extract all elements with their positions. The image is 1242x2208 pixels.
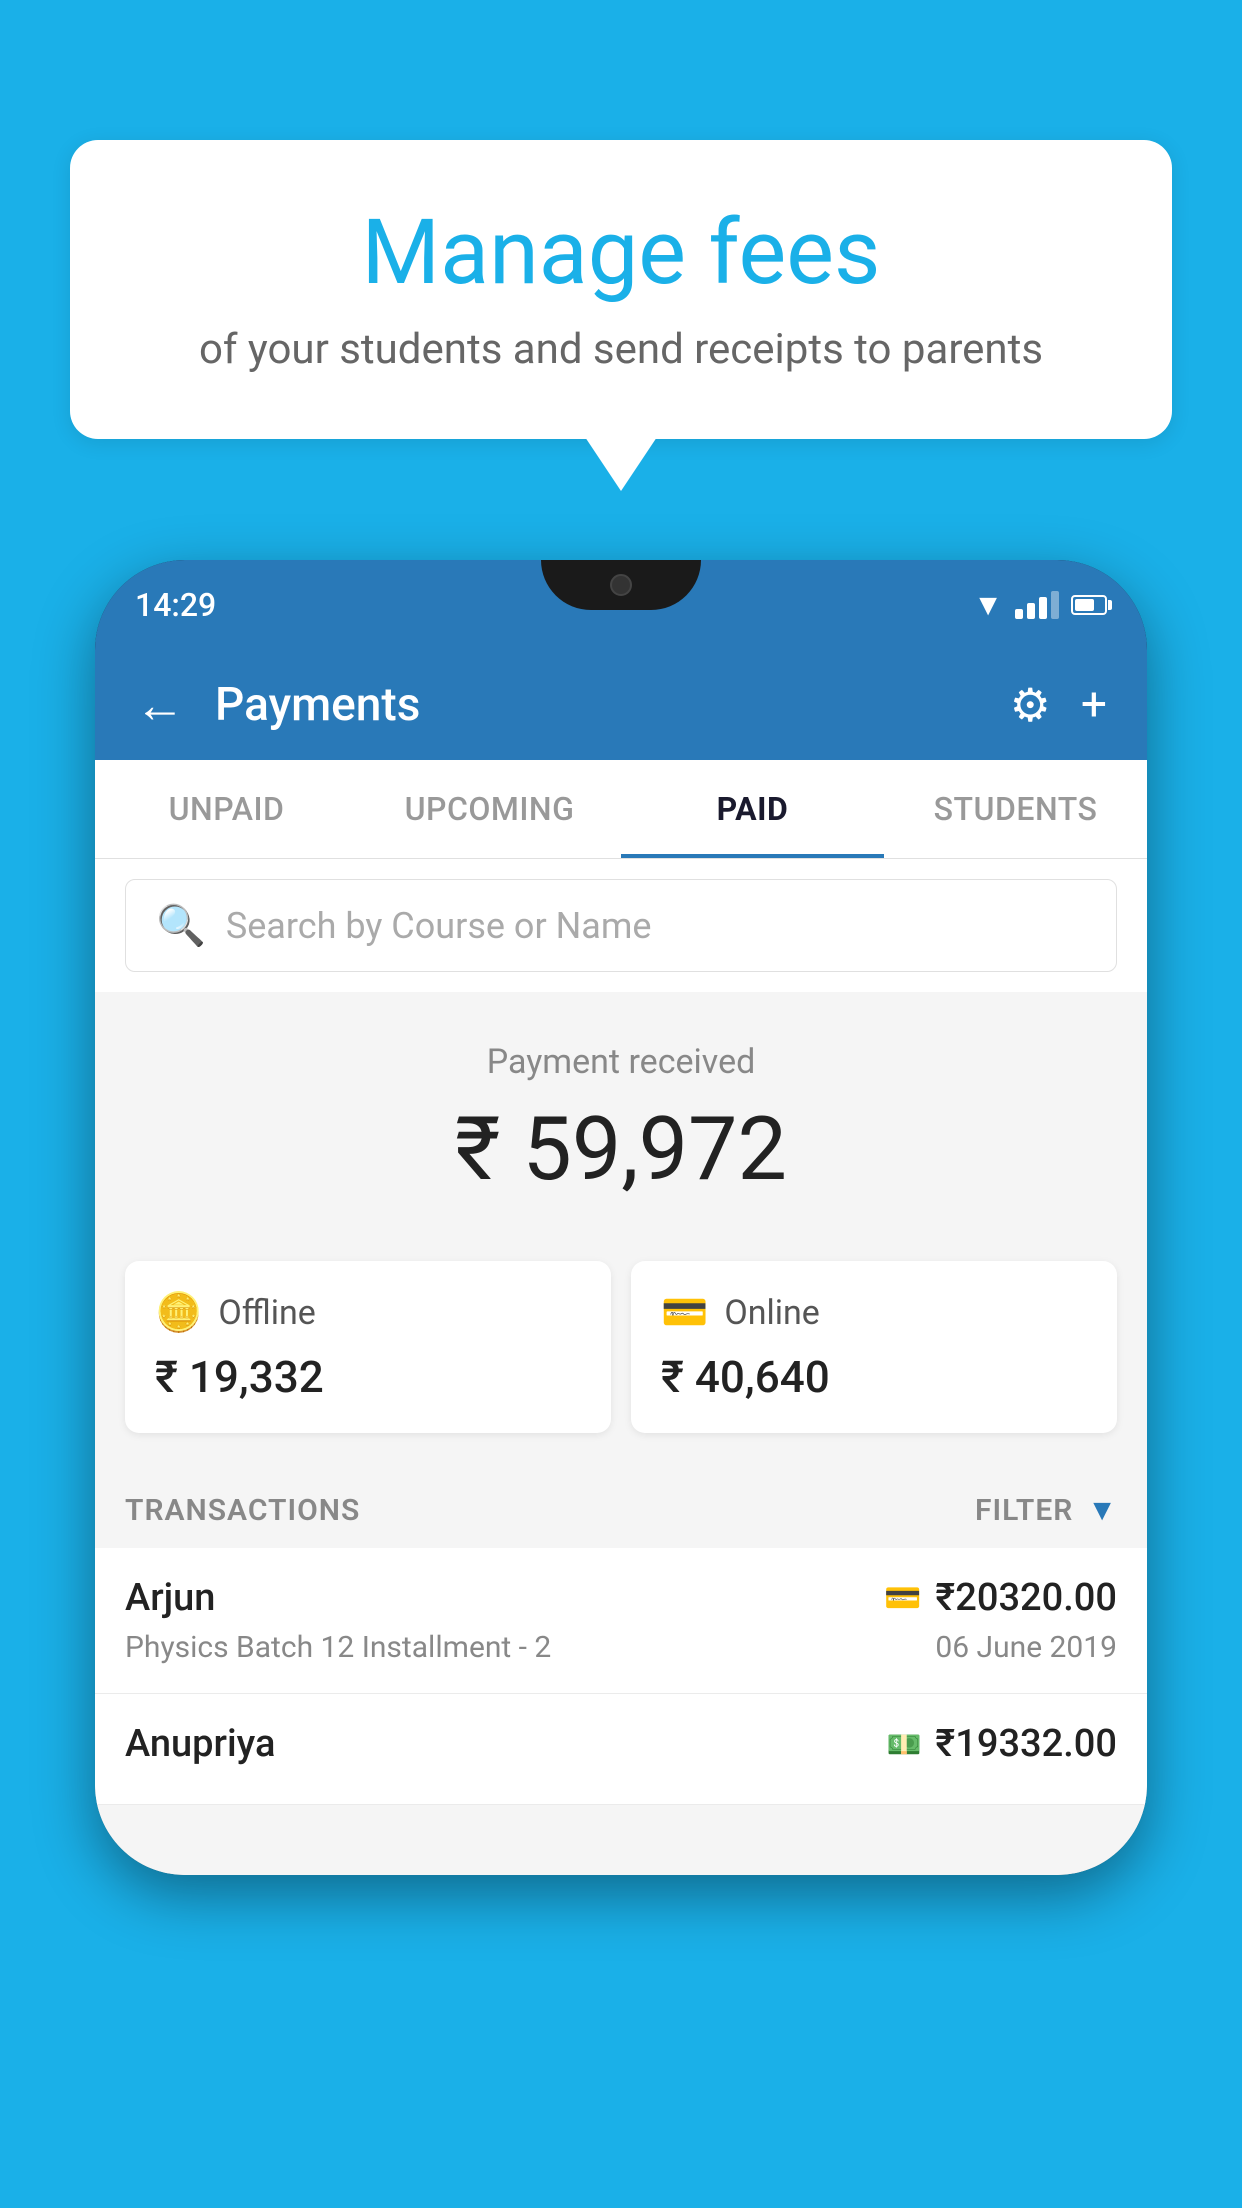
transaction-list: Arjun 💳 ₹20320.00 Physics Batch 12 Insta… [95,1548,1147,1805]
online-amount: ₹ 40,640 [661,1351,1087,1403]
search-icon: 🔍 [156,902,206,949]
transactions-section-label: TRANSACTIONS [125,1493,360,1528]
phone-bottom [95,1805,1147,1875]
search-bar[interactable]: 🔍 Search by Course or Name [125,879,1117,972]
online-card-header: 💳 Online [661,1291,1087,1335]
transaction-amount-anupriya: ₹19332.00 [935,1722,1117,1766]
tab-paid[interactable]: PAID [621,760,884,858]
transaction-amount-area-anupriya: 💵 ₹19332.00 [887,1722,1117,1766]
transaction-row2-arjun: Physics Batch 12 Installment - 2 06 June… [125,1630,1117,1665]
search-container: 🔍 Search by Course or Name [95,859,1147,992]
app-header: ← Payments ⚙ + [95,650,1147,760]
transaction-row1-anupriya: Anupriya 💵 ₹19332.00 [125,1722,1117,1766]
transaction-item-arjun[interactable]: Arjun 💳 ₹20320.00 Physics Batch 12 Insta… [95,1548,1147,1694]
status-bar: 14:29 ▼ [95,560,1147,650]
back-button[interactable]: ← [135,676,185,735]
offline-payment-icon: 🪙 [155,1291,202,1335]
offline-payment-card: 🪙 Offline ₹ 19,332 [125,1261,611,1433]
offline-card-header: 🪙 Offline [155,1291,581,1335]
signal-bar-4 [1051,591,1059,619]
transaction-name-anupriya: Anupriya [125,1722,275,1766]
offline-label: Offline [218,1293,315,1333]
online-payment-icon: 💳 [661,1291,708,1335]
phone-wrapper: 14:29 ▼ ← Payments ⚙ [95,560,1147,1875]
payment-cards: 🪙 Offline ₹ 19,332 💳 Online ₹ 40,640 [95,1261,1147,1463]
transaction-amount-area-arjun: 💳 ₹20320.00 [884,1576,1117,1620]
battery-fill [1075,599,1094,611]
transaction-amount-arjun: ₹20320.00 [935,1576,1117,1620]
transaction-date-arjun: 06 June 2019 [935,1630,1117,1665]
add-button[interactable]: + [1081,678,1107,732]
transaction-detail-arjun: Physics Batch 12 Installment - 2 [125,1630,551,1665]
signal-bar-2 [1027,603,1035,619]
filter-icon: ▼ [1087,1493,1117,1528]
search-input[interactable]: Search by Course or Name [226,905,652,947]
settings-icon[interactable]: ⚙ [1010,678,1051,733]
wifi-icon: ▼ [973,588,1003,623]
offline-amount: ₹ 19,332 [155,1351,581,1403]
speech-bubble: Manage fees of your students and send re… [70,140,1172,439]
tab-students[interactable]: STUDENTS [884,760,1147,858]
card-payment-icon-arjun: 💳 [884,1581,921,1616]
app-content: 🔍 Search by Course or Name Payment recei… [95,859,1147,1875]
payment-total-amount: ₹ 59,972 [125,1098,1117,1201]
filter-label: FILTER [975,1493,1073,1528]
speech-bubble-container: Manage fees of your students and send re… [70,140,1172,439]
tab-unpaid[interactable]: UNPAID [95,760,358,858]
transaction-name-arjun: Arjun [125,1576,215,1620]
manage-fees-title: Manage fees [140,200,1102,305]
payment-summary: Payment received ₹ 59,972 [95,992,1147,1261]
payment-received-label: Payment received [125,1042,1117,1082]
transaction-item-anupriya[interactable]: Anupriya 💵 ₹19332.00 [95,1694,1147,1805]
online-payment-card: 💳 Online ₹ 40,640 [631,1261,1117,1433]
signal-bars [1015,591,1059,619]
transaction-row1-arjun: Arjun 💳 ₹20320.00 [125,1576,1117,1620]
camera-dot [610,574,632,596]
cash-payment-icon-anupriya: 💵 [887,1728,922,1761]
signal-bar-1 [1015,609,1023,619]
online-label: Online [724,1293,820,1333]
transactions-header: TRANSACTIONS FILTER ▼ [95,1463,1147,1548]
header-title: Payments [215,678,980,732]
status-icons: ▼ [973,588,1107,623]
filter-button[interactable]: FILTER ▼ [975,1493,1117,1528]
battery-icon [1071,595,1107,615]
phone-frame: 14:29 ▼ ← Payments ⚙ [95,560,1147,1875]
phone-notch [541,560,701,610]
manage-fees-subtitle: of your students and send receipts to pa… [140,325,1102,374]
status-time: 14:29 [135,586,216,624]
tabs-container: UNPAID UPCOMING PAID STUDENTS [95,760,1147,859]
header-icons: ⚙ + [1010,678,1107,733]
tab-upcoming[interactable]: UPCOMING [358,760,621,858]
signal-bar-3 [1039,597,1047,619]
